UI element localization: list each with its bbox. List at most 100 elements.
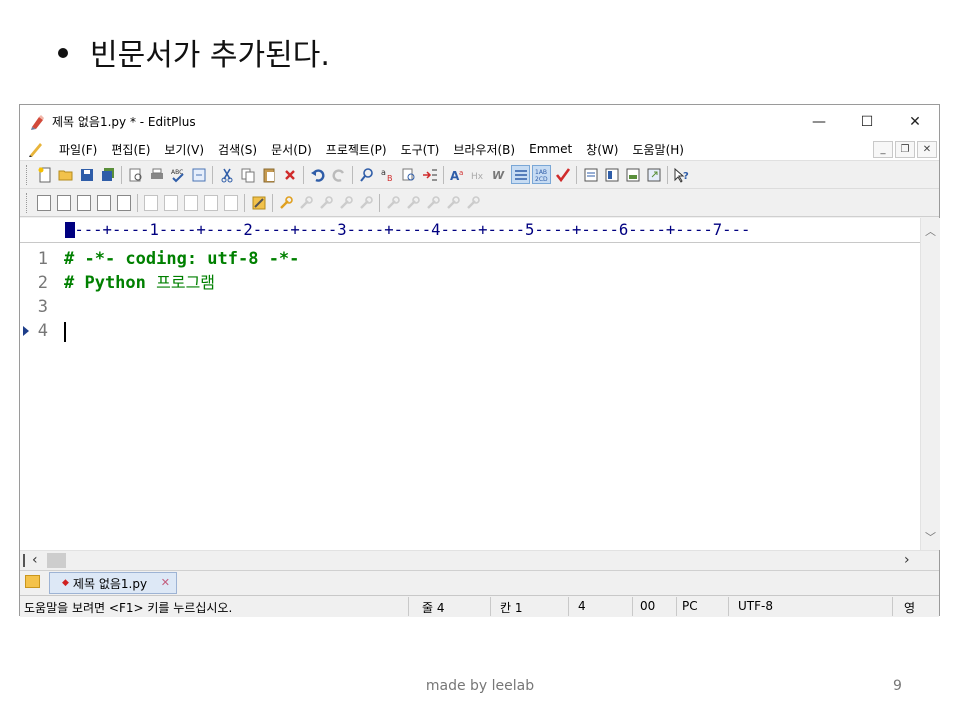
svg-text:a: a [381,168,386,177]
user-tool-7-icon[interactable] [404,194,422,212]
fullscreen-icon[interactable] [644,165,663,184]
line-number: 4 [37,321,48,341]
scroll-down-icon[interactable]: ﹀ [921,528,940,546]
menu-file[interactable]: 파일(F) [52,141,104,158]
menu-document[interactable]: 문서(D) [264,141,319,158]
save-icon[interactable] [77,165,96,184]
document-tab[interactable]: ◆ 제목 없음1.py ✕ [49,572,177,594]
editplus-app-icon [30,114,46,130]
word-wrap-icon[interactable]: W [490,165,509,184]
user-file-1-icon[interactable] [37,194,51,211]
scroll-left-icon[interactable]: ‹ [32,552,38,568]
scroll-thumb[interactable] [47,553,66,568]
ruler-toggle-icon[interactable]: 1AB 2CD [532,165,551,184]
delete-icon[interactable] [280,165,299,184]
spellcheck-icon[interactable]: ABC [168,165,187,184]
user-file-3-icon[interactable] [77,194,91,211]
mdi-minimize-button[interactable]: _ [873,141,893,158]
status-encoding[interactable]: UTF-8 [738,599,773,613]
user-tool-4-icon[interactable] [337,194,355,212]
user-tool-2-icon[interactable] [297,194,315,212]
mdi-close-button[interactable]: ✕ [917,141,937,158]
bullet-dot-icon [58,47,68,58]
cliptext-window-icon[interactable] [602,165,621,184]
user-file-10-icon[interactable] [224,194,238,211]
menu-search[interactable]: 검색(S) [211,141,264,158]
toolbar-separator [272,193,273,212]
user-file-6-icon[interactable] [144,194,158,211]
line-number-toggle-icon[interactable] [511,165,530,184]
user-file-9-icon[interactable] [204,194,218,211]
font-icon[interactable]: Aa [448,165,467,184]
find-in-files-icon[interactable] [399,165,418,184]
new-file-icon[interactable] [35,165,54,184]
replace-icon[interactable]: aB [378,165,397,184]
print-icon[interactable] [147,165,166,184]
user-tool-5-icon[interactable] [357,194,375,212]
user-tool-3-icon[interactable] [317,194,335,212]
menu-emmet[interactable]: Emmet [522,142,579,156]
splitter-handle[interactable] [23,554,25,567]
scroll-up-icon[interactable]: ︿ [921,222,940,240]
directory-window-icon[interactable] [623,165,642,184]
output-window-icon[interactable] [581,165,600,184]
copy-icon[interactable] [238,165,257,184]
paste-icon[interactable] [259,165,278,184]
find-icon[interactable] [357,165,376,184]
open-folder-icon[interactable] [56,165,75,184]
undo-icon[interactable] [308,165,327,184]
configure-tools-icon[interactable] [249,193,268,212]
status-column: 칸 1 [500,601,523,615]
modified-indicator-icon: ◆ [62,578,69,588]
window-title: 제목 없음1.py * - EditPlus [52,115,196,129]
vertical-scrollbar[interactable]: ︿ ﹀ [920,218,940,550]
code-editor[interactable]: 1 # -*- coding: utf-8 -*- 2 # Python 프로그… [20,243,920,550]
code-text: # -*- coding: utf-8 -*- [64,249,300,269]
toolbar-grip[interactable] [26,192,30,213]
user-tool-6-icon[interactable] [384,194,402,212]
close-tab-icon[interactable]: ✕ [161,576,170,589]
user-tool-1-icon[interactable] [277,194,295,212]
menu-browser[interactable]: 브라우저(B) [446,141,522,158]
svg-text:a: a [459,169,463,177]
check-syntax-icon[interactable] [553,165,572,184]
user-file-2-icon[interactable] [57,194,71,211]
document-tab-bar: ◆ 제목 없음1.py ✕ [20,570,939,595]
user-tool-9-icon[interactable] [444,194,462,212]
user-tool-10-icon[interactable] [464,194,482,212]
cut-icon[interactable] [217,165,236,184]
menu-view[interactable]: 보기(V) [157,141,211,158]
close-button[interactable]: ✕ [891,105,939,138]
status-eol[interactable]: PC [682,599,698,613]
user-file-8-icon[interactable] [184,194,198,211]
print-preview-icon[interactable] [126,165,145,184]
redo-icon[interactable] [329,165,348,184]
mdi-restore-button[interactable]: ❐ [895,141,915,158]
user-file-5-icon[interactable] [117,194,131,211]
folder-icon[interactable] [25,575,40,588]
menu-tools[interactable]: 도구(T) [394,141,447,158]
browser-preview-icon[interactable] [189,165,208,184]
toolbar-separator [212,165,213,184]
user-file-7-icon[interactable] [164,194,178,211]
menu-project[interactable]: 프로젝트(P) [319,141,394,158]
maximize-button[interactable]: ☐ [843,105,891,138]
toolbar-separator [443,165,444,184]
user-file-4-icon[interactable] [97,194,111,211]
menu-edit[interactable]: 편집(E) [104,141,157,158]
menu-help[interactable]: 도움말(H) [625,141,691,158]
user-tool-8-icon[interactable] [424,194,442,212]
context-help-icon[interactable]: ? [672,165,691,184]
hex-view-icon[interactable]: Hx [469,165,488,184]
toolbar-grip[interactable] [26,164,30,185]
status-divider [728,597,729,616]
save-all-icon[interactable] [98,165,117,184]
menu-window[interactable]: 창(W) [579,141,625,158]
slide-page-number: 9 [893,678,902,694]
line-number: 1 [37,249,48,269]
minimize-button[interactable]: — [795,105,843,138]
goto-line-icon[interactable] [420,165,439,184]
code-text: # Python 프로그램 [64,273,216,293]
horizontal-scrollbar[interactable]: ‹ › [20,550,939,570]
scroll-right-icon[interactable]: › [904,552,910,568]
